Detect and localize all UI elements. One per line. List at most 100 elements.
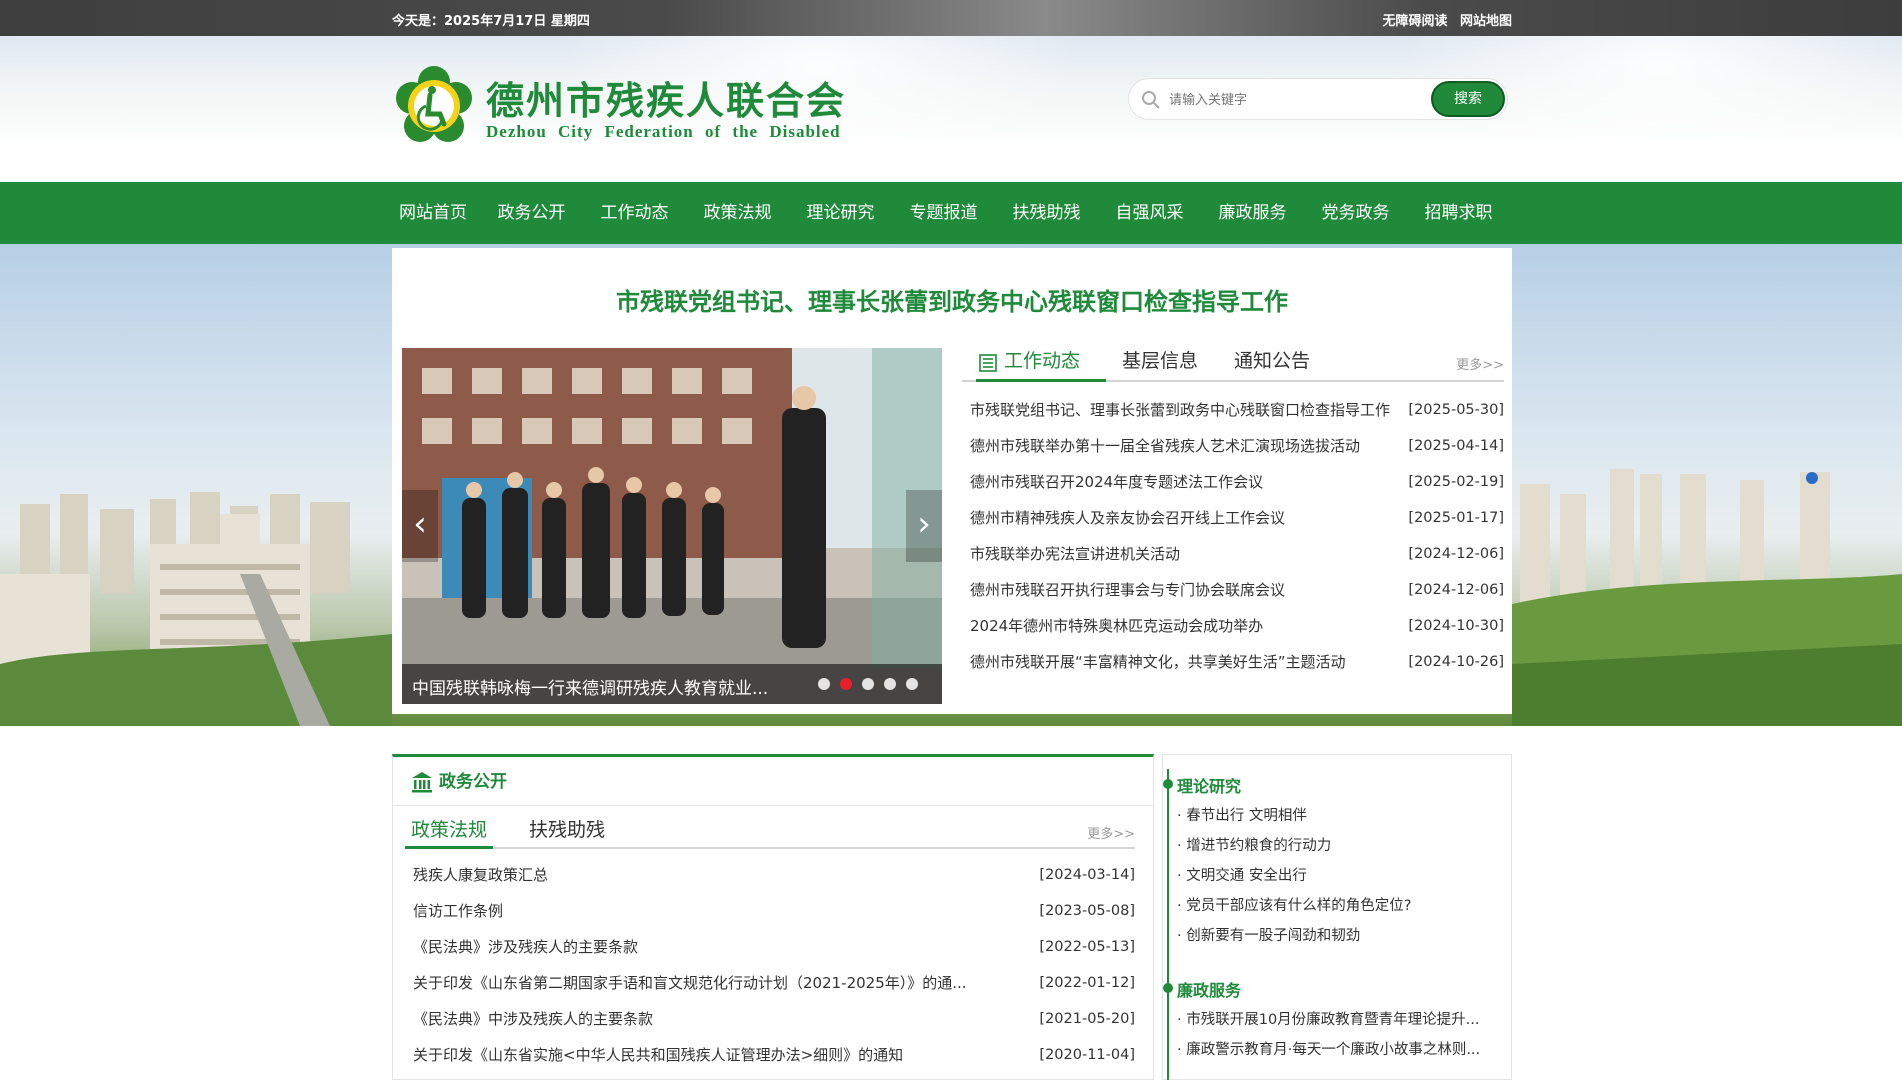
policy-item-title: 《民法典》涉及残疾人的主要条款 xyxy=(413,929,983,965)
section-title-theory[interactable]: 理论研究 xyxy=(1177,773,1241,797)
news-tabs: 工作动态 基层信息 通知公告 更多>> xyxy=(962,344,1504,382)
search-button[interactable]: 搜索 xyxy=(1431,81,1505,117)
news-item-title: 市残联举办宪法宣讲进机关活动 xyxy=(970,536,1390,572)
policy-item[interactable]: 关于印发《山东省第二期国家手语和盲文规范化行动计划（2021-2025年）》的通… xyxy=(405,965,1135,1001)
nav-item-policies[interactable]: 政策法规 xyxy=(686,182,789,244)
nav-item-party-affairs[interactable]: 党务政务 xyxy=(1304,182,1407,244)
search-box: 搜索 xyxy=(1128,78,1508,120)
news-item-date: [2025-04-14] xyxy=(1408,438,1504,454)
nav-item-self-reliance[interactable]: 自强风采 xyxy=(1098,182,1201,244)
policy-item[interactable]: 信访工作条例 [2023-05-08] xyxy=(405,893,1135,929)
news-item-date: [2024-10-30] xyxy=(1408,618,1504,634)
news-item-date: [2024-12-06] xyxy=(1408,546,1504,562)
accessible-read-link[interactable]: 无障碍阅读 xyxy=(1382,14,1447,29)
search-input[interactable] xyxy=(1169,87,1379,113)
news-panel: 工作动态 基层信息 通知公告 更多>> 市残联党组书记、理事长张蕾到政务中心残联… xyxy=(962,344,1504,700)
tab-notices[interactable]: 通知公告 xyxy=(1234,344,1310,382)
tab-work-news-label: 工作动态 xyxy=(1004,350,1081,372)
policy-item-title: 《民法典》中涉及残疾人的主要条款 xyxy=(413,1001,983,1037)
slide-photo-image xyxy=(402,348,942,704)
slider-dot[interactable] xyxy=(818,678,830,690)
tab-work-news[interactable]: 工作动态 xyxy=(976,344,1106,382)
news-item[interactable]: 德州市残联召开执行理事会与专门协会联席会议 [2024-12-06] xyxy=(962,572,1504,608)
tab-assistance[interactable]: 扶残助残 xyxy=(529,815,605,849)
slider-dot[interactable] xyxy=(906,678,918,690)
slider-prev-button[interactable]: ‹ xyxy=(402,490,438,562)
nav-item-jobs[interactable]: 招聘求职 xyxy=(1407,182,1510,244)
theory-item[interactable]: 文明交通 安全出行 xyxy=(1177,861,1497,891)
policy-item-date: [2021-05-20] xyxy=(1039,1011,1135,1027)
slider-dot[interactable] xyxy=(862,678,874,690)
policy-item-date: [2023-05-08] xyxy=(1039,903,1135,919)
policy-item[interactable]: 《民法典》涉及残疾人的主要条款 [2022-05-13] xyxy=(405,929,1135,965)
policy-item-title: 关于印发《山东省第二期国家手语和盲文规范化行动计划（2021-2025年）》的通… xyxy=(413,965,983,1001)
news-item-title: 德州市残联开展“丰富精神文化，共享美好生活”主题活动 xyxy=(970,644,1390,680)
slider-next-button[interactable]: › xyxy=(906,490,942,562)
policy-item[interactable]: 残疾人康复政策汇总 [2024-03-14] xyxy=(405,857,1135,893)
integrity-list: 市残联开展10月份廉政教育暨青年理论提升... 廉政警示教育月·每天一个廉政小故… xyxy=(1177,1005,1497,1065)
nav-item-home[interactable]: 网站首页 xyxy=(392,182,480,244)
theory-item[interactable]: 创新要有一股子闯劲和韧劲 xyxy=(1177,921,1497,951)
site-title-en: Dezhou City Federation of the Disabled xyxy=(486,122,841,141)
nav-item-theory[interactable]: 理论研究 xyxy=(789,182,892,244)
news-item-date: [2025-02-19] xyxy=(1408,474,1504,490)
policy-item[interactable]: 《民法典》中涉及残疾人的主要条款 [2021-05-20] xyxy=(405,1001,1135,1037)
theory-item[interactable]: 增进节约粮食的行动力 xyxy=(1177,831,1497,861)
section-title-government-affairs[interactable]: 政务公开 xyxy=(411,767,507,797)
news-item[interactable]: 德州市精神残疾人及亲友协会召开线上工作会议 [2025-01-17] xyxy=(962,500,1504,536)
section-divider xyxy=(393,805,1153,806)
news-item-date: [2024-12-06] xyxy=(1408,582,1504,598)
slider-dot-active[interactable] xyxy=(840,678,852,690)
date-display: 今天是：2025年7月17日 星期四 xyxy=(392,10,590,29)
theory-item[interactable]: 党员干部应该有什么样的角色定位? xyxy=(1177,891,1497,921)
policy-list: 残疾人康复政策汇总 [2024-03-14] 信访工作条例 [2023-05-08]… xyxy=(405,857,1135,1073)
policy-more-link[interactable]: 更多>> xyxy=(1087,823,1135,842)
site-logo[interactable]: 德州市残疾人联合会 Dezhou City Federation of the … xyxy=(392,64,844,154)
section-title-text: 政务公开 xyxy=(439,772,507,792)
policy-item-date: [2022-01-12] xyxy=(1039,975,1135,991)
page: 今天是：2025年7月17日 星期四 无障碍阅读 网站地图 德州市残疾人联合会 … xyxy=(0,0,1902,1080)
slider-dot[interactable] xyxy=(884,678,896,690)
theory-section: 理论研究 春节出行 文明相伴 增进节约粮食的行动力 文明交通 安全出行 党员干部… xyxy=(1163,773,1503,963)
nav-item-integrity[interactable]: 廉政服务 xyxy=(1201,182,1304,244)
news-item-date: [2025-05-30] xyxy=(1408,402,1504,418)
slide-caption[interactable]: 中国残联韩咏梅一行来德调研残疾人教育就业... xyxy=(412,674,768,699)
date-value: 2025年7月17日 星期四 xyxy=(444,14,590,29)
integrity-item[interactable]: 廉政警示教育月·每天一个廉政小故事之林则... xyxy=(1177,1035,1497,1065)
news-item[interactable]: 德州市残联召开2024年度专题述法工作会议 [2025-02-19] xyxy=(962,464,1504,500)
nav-item-work-news[interactable]: 工作动态 xyxy=(583,182,686,244)
news-item-date: [2024-10-26] xyxy=(1408,654,1504,670)
headline-link[interactable]: 市残联党组书记、理事长张蕾到政务中心残联窗口检查指导工作 xyxy=(392,282,1512,317)
news-item[interactable]: 德州市残联开展“丰富精神文化，共享美好生活”主题活动 [2024-10-26] xyxy=(962,644,1504,680)
policy-item[interactable]: 关于印发《山东省实施<中华人民共和国残疾人证管理办法>细则》的通知 [2020-1… xyxy=(405,1037,1135,1073)
theory-item[interactable]: 春节出行 文明相伴 xyxy=(1177,801,1497,831)
featured-card: 市残联党组书记、理事长张蕾到政务中心残联窗口检查指导工作 ‹ › 中国残联韩咏梅… xyxy=(392,248,1512,714)
search-icon xyxy=(1142,91,1160,109)
news-item[interactable]: 市残联举办宪法宣讲进机关活动 [2024-12-06] xyxy=(962,536,1504,572)
news-item[interactable]: 市残联党组书记、理事长张蕾到政务中心残联窗口检查指导工作 [2025-05-30] xyxy=(962,392,1504,428)
timeline-dot xyxy=(1163,983,1173,993)
news-list: 市残联党组书记、理事长张蕾到政务中心残联窗口检查指导工作 [2025-05-30]… xyxy=(962,392,1504,680)
federation-emblem-icon xyxy=(396,66,472,142)
nav-item-assistance[interactable]: 扶残助残 xyxy=(995,182,1098,244)
photo-slider[interactable]: ‹ › 中国残联韩咏梅一行来德调研残疾人教育就业... xyxy=(402,348,942,704)
timeline-dot xyxy=(1163,779,1173,789)
policy-item-title: 关于印发《山东省实施<中华人民共和国残疾人证管理办法>细则》的通知 xyxy=(413,1037,983,1073)
theory-list: 春节出行 文明相伴 增进节约粮食的行动力 文明交通 安全出行 党员干部应该有什么… xyxy=(1177,801,1497,951)
integrity-item[interactable]: 市残联开展10月份廉政教育暨青年理论提升... xyxy=(1177,1005,1497,1035)
top-bar: 今天是：2025年7月17日 星期四 无障碍阅读 网站地图 xyxy=(0,0,1902,36)
tab-local-info[interactable]: 基层信息 xyxy=(1122,344,1198,382)
policy-item-date: [2020-11-04] xyxy=(1039,1047,1135,1063)
sitemap-link[interactable]: 网站地图 xyxy=(1460,14,1512,29)
tab-policies[interactable]: 政策法规 xyxy=(405,815,494,849)
slider-dots xyxy=(818,678,928,690)
top-links: 无障碍阅读 网站地图 xyxy=(1374,10,1512,29)
section-title-integrity[interactable]: 廉政服务 xyxy=(1177,977,1241,1001)
news-more-link[interactable]: 更多>> xyxy=(1456,354,1504,373)
news-item[interactable]: 德州市残联举办第十一届全省残疾人艺术汇演现场选拔活动 [2025-04-14] xyxy=(962,428,1504,464)
nav-item-government-affairs[interactable]: 政务公开 xyxy=(480,182,583,244)
nav-item-special-reports[interactable]: 专题报道 xyxy=(892,182,995,244)
news-item-title: 德州市残联召开2024年度专题述法工作会议 xyxy=(970,464,1390,500)
policy-item-date: [2024-03-14] xyxy=(1039,867,1135,883)
news-item[interactable]: 2024年德州市特殊奥林匹克运动会成功举办 [2024-10-30] xyxy=(962,608,1504,644)
